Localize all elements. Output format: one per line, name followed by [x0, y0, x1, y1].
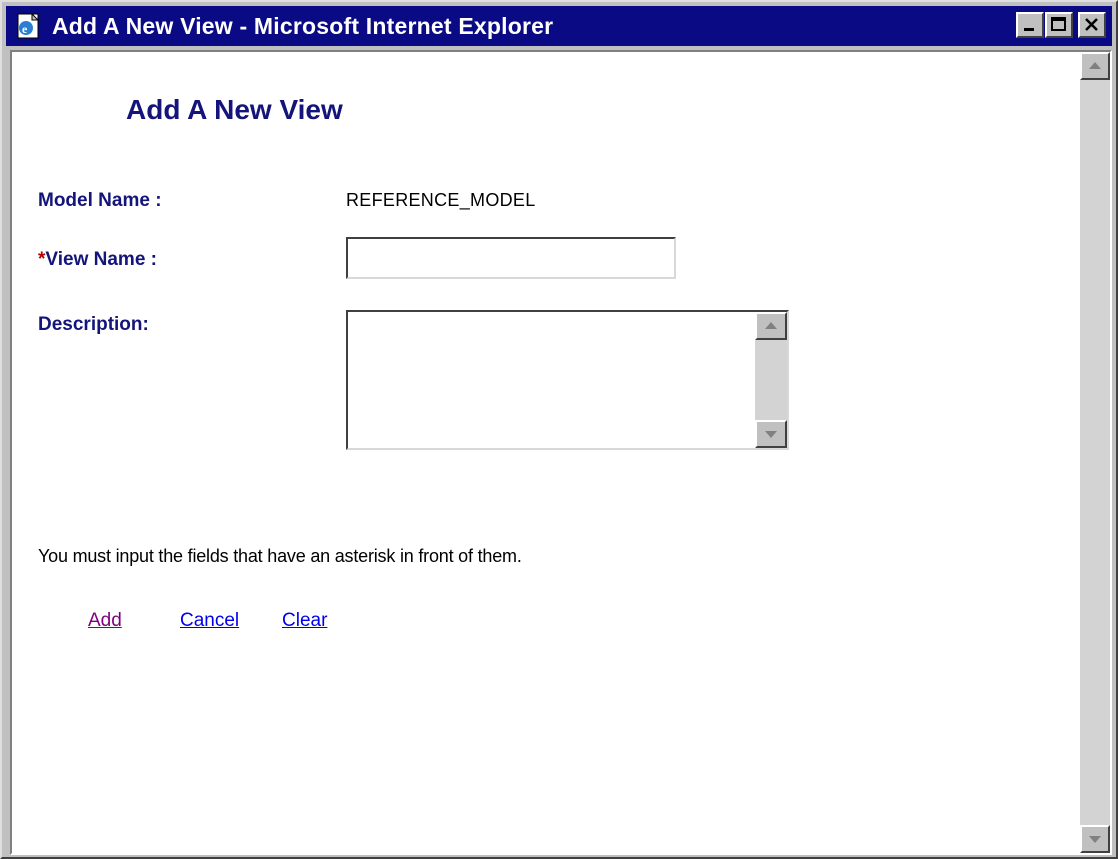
page-scroll-down-button[interactable] — [1080, 825, 1110, 853]
description-textarea[interactable] — [348, 312, 753, 448]
close-icon — [1085, 18, 1098, 31]
description-scroll-down-button[interactable] — [755, 420, 787, 448]
view-name-input[interactable] — [346, 237, 676, 279]
view-name-label-text: View Name : — [45, 249, 157, 270]
close-button[interactable] — [1078, 12, 1106, 38]
ie-page-icon: e — [17, 12, 40, 39]
maximize-button[interactable] — [1045, 12, 1073, 38]
required-fields-note: You must input the fields that have an a… — [38, 546, 522, 566]
page-title: Add A New View — [126, 94, 343, 125]
page-scrollbar[interactable] — [1080, 52, 1110, 853]
minimize-button[interactable] — [1016, 12, 1044, 38]
add-link[interactable]: Add — [88, 610, 122, 632]
svg-text:e: e — [22, 22, 28, 36]
clear-link[interactable]: Clear — [282, 610, 327, 632]
description-label: Description: — [38, 314, 149, 335]
cancel-link[interactable]: Cancel — [180, 610, 239, 632]
page-scroll-up-button[interactable] — [1080, 52, 1110, 80]
triangle-down-icon — [1089, 836, 1101, 843]
triangle-up-icon — [765, 322, 777, 329]
model-name-label: Model Name : — [38, 190, 162, 211]
description-field[interactable] — [346, 310, 789, 450]
triangle-up-icon — [1089, 62, 1101, 69]
triangle-down-icon — [765, 431, 777, 438]
model-name-value: REFERENCE_MODEL — [346, 190, 536, 210]
view-name-label: *View Name : — [38, 249, 157, 271]
description-scroll-up-button[interactable] — [755, 312, 787, 340]
browser-window: e Add A New View - Microsoft Internet Ex… — [0, 0, 1118, 859]
description-scrollbar[interactable] — [755, 312, 787, 448]
page-content: Add A New View Model Name : REFERENCE_MO… — [10, 50, 1112, 855]
maximize-icon — [1051, 17, 1066, 31]
minimize-icon — [1024, 28, 1034, 31]
window-title: Add A New View - Microsoft Internet Expl… — [52, 13, 554, 39]
title-bar[interactable]: e Add A New View - Microsoft Internet Ex… — [6, 6, 1112, 46]
